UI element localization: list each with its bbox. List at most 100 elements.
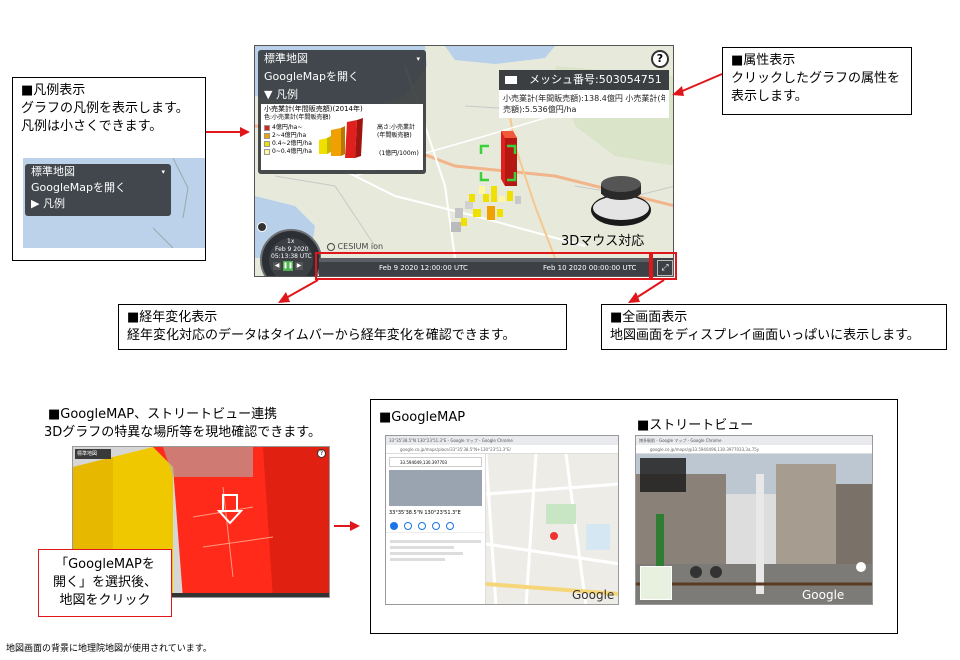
attribute-callout-line1: クリックしたグラフの属性を (731, 71, 901, 86)
3d-mouse-label: 3Dマウス対応 (561, 234, 645, 249)
bar-block[interactable] (483, 194, 489, 202)
camera-icon[interactable] (505, 76, 517, 84)
directions-icon[interactable] (390, 522, 398, 530)
bar-block[interactable] (455, 208, 463, 218)
gmap-brand: Google (572, 588, 615, 602)
attribute-popup-body: 小売業計(年間販売額):138.4億円 小売業計(年間販 売額):5.536億円… (499, 90, 669, 118)
bar-block[interactable] (473, 209, 481, 217)
timeline-highlight (315, 252, 651, 280)
legend-arrow (206, 131, 242, 133)
animation-clock[interactable]: 1x Feb 9 2020 05:13:38 UTC ◀ ❚❚ ▶ (257, 222, 321, 276)
timeline-callout-heading: ■経年変化表示 (127, 310, 218, 325)
mesh-detail-line1: 小売業計(年間販売額):138.4億円 小売業計(年間販 (503, 94, 665, 103)
map-menu-panel: 標準地図 ▾ GoogleMapを開く ▼ 凡例 小売業計(年間販売額)(2014… (258, 50, 426, 174)
red-note-line2: 開く」を選択後、 (52, 575, 157, 590)
legend-3d-bars (319, 118, 363, 158)
legend-item: 2~4億円/ha (264, 132, 312, 140)
red-note-line3: 地図をクリック (59, 593, 151, 608)
bar-block[interactable] (479, 186, 485, 194)
base-map-selector[interactable]: 標準地図 ▾ (258, 50, 426, 68)
timeline-callout-line1: 経年変化対応のデータはタイムバーから経年変化を確認できます。 (127, 328, 516, 343)
bar-block[interactable] (465, 201, 473, 209)
bar-block[interactable] (451, 222, 461, 232)
legend-box: 小売業計(年間販売額)(2014年) 色:小売業計(年間販売額) 4億円/ha~… (261, 104, 423, 170)
gmap-action-row[interactable] (386, 520, 485, 532)
legend-arrow-head (240, 127, 250, 137)
legend-preview: 標準地図 ▾ GoogleMapを開く ▶ 凡例 (23, 158, 205, 248)
googlemap-heading: ■GoogleMAP (379, 410, 466, 425)
legend-callout: ■凡例表示 グラフの凡例を表示します。 凡例は小さくできます。 標準地図 ▾ Go… (12, 77, 206, 261)
streetview-heading: ■ストリートビュー (637, 418, 754, 433)
zoomed-map-menu[interactable]: 標準地図 (75, 449, 111, 459)
bar-block[interactable] (469, 194, 475, 202)
gmap-street-thumb[interactable] (389, 470, 482, 506)
googlemap-link-line1: 3Dグラフの特異な場所等を現地確認できます。 (44, 425, 321, 440)
fullscreen-callout: ■全画面表示 地図画面をディスプレイ画面いっぱいに表示します。 (601, 304, 947, 350)
fullscreen-callout-heading: ■全画面表示 (610, 310, 688, 325)
legend-toggle[interactable]: ▼ 凡例 (258, 86, 426, 104)
gmap-search-input[interactable]: 33.594049,130.397703 (389, 457, 482, 467)
googlemap-window[interactable]: 33°35'38.5"N 130°23'51.3"E - Google マップ … (385, 435, 619, 605)
timeline-callout: ■経年変化表示 経年変化対応のデータはタイムバーから経年変化を確認できます。 (118, 304, 567, 350)
legend-items: 4億円/ha~ 2~4億円/ha 0.4~2億円/ha 0~0.4億円/ha (264, 124, 312, 156)
map-viewer[interactable]: 標準地図 ▾ GoogleMapを開く ▼ 凡例 小売業計(年間販売額)(2014… (254, 45, 674, 277)
bar-block[interactable] (499, 196, 505, 202)
legend-swatch (264, 124, 270, 131)
sv-compass-icon[interactable] (856, 562, 866, 572)
phone-icon[interactable] (432, 522, 440, 530)
pause-button[interactable]: ❚❚ (283, 261, 293, 271)
help-icon[interactable]: ? (651, 50, 669, 68)
gmap-side-panel: 33.594049,130.397703 33°35'38.5"N 130°23… (386, 454, 486, 604)
red-note: 「GoogleMAPを 開く」を選択後、 地図をクリック (38, 549, 172, 617)
attribute-popup: メッシュ番号:503054751 小売業計(年間販売額):138.4億円 小売業… (499, 70, 669, 118)
bar-block[interactable] (497, 209, 503, 217)
attribute-popup-header: メッシュ番号:503054751 (499, 70, 669, 90)
legend-item-label: 0.4~2億円/ha (272, 140, 312, 147)
bar-block[interactable] (491, 186, 497, 202)
legend-swatch (264, 132, 270, 139)
legend-callout-heading: ■凡例表示 (21, 83, 86, 98)
clock-speed: 1x (287, 238, 295, 245)
clock-settings-icon[interactable] (257, 222, 267, 232)
nearby-icon[interactable] (418, 522, 426, 530)
mesh-number: メッシュ番号:503054751 (529, 73, 662, 86)
googlemap-link-title: ■GoogleMAP、ストリートビュー連携 3Dグラフの特異な場所等を現地確認で… (44, 406, 321, 442)
legend-item-label: 2~4億円/ha (272, 132, 307, 139)
streetview-window[interactable]: 博多駅前 - Google マップ - Google Chrome google… (635, 435, 873, 605)
open-googlemap-item[interactable]: GoogleMapを開く (258, 68, 426, 86)
share-icon[interactable] (446, 522, 454, 530)
legend-swatch (264, 140, 270, 147)
footnote: 地図画面の背景に地理院地図が使用されています。 (6, 644, 212, 654)
sv-minimap[interactable] (640, 566, 672, 600)
google-section: ■GoogleMAP ■ストリートビュー 33°35'38.5"N 130°23… (370, 399, 898, 634)
googlemap-link-heading: ■GoogleMAP、ストリートビュー連携 (48, 407, 278, 422)
sv-window-title: 博多駅前 - Google マップ - Google Chrome (636, 436, 872, 445)
bar-block[interactable] (487, 206, 495, 220)
legend-item-label: 0~0.4億円/ha (272, 148, 312, 155)
legend-title: 小売業計(年間販売額)(2014年) (264, 105, 363, 113)
bar-block[interactable] (515, 196, 521, 204)
save-icon[interactable] (404, 522, 412, 530)
sv-brand: Google (802, 588, 845, 602)
cesium-icon (327, 242, 335, 251)
fullscreen-callout-line1: 地図画面をディスプレイ画面いっぱいに表示します。 (610, 328, 920, 343)
legend-height-value: (1億円/100m) (379, 150, 419, 157)
clock-time: 05:13:38 UTC (271, 253, 312, 260)
gmap-window-title: 33°35'38.5"N 130°23'51.3"E - Google マップ … (386, 436, 618, 445)
bar-block[interactable] (461, 218, 467, 226)
fullscreen-highlight (651, 252, 677, 280)
attribute-callout-line2: 表示します。 (731, 89, 808, 104)
cesium-logo: CESIUM ion (327, 242, 383, 251)
legend-item: 4億円/ha~ (264, 124, 312, 132)
play-button[interactable]: ▶ (295, 262, 303, 270)
rewind-button[interactable]: ◀ (273, 262, 281, 270)
bar-block[interactable] (507, 191, 513, 201)
gmap-detail-lines (386, 532, 485, 568)
legend-callout-line2: 凡例は小さくできます。 (21, 119, 163, 134)
gmap-coords: 33°35'38.5"N 130°23'51.3"E (389, 510, 461, 516)
legend-height-label: 高さ:小売業計(年間販売額) (377, 124, 416, 139)
zoomed-help-icon[interactable]: ? (317, 449, 326, 458)
legend-item-label: 4億円/ha~ (272, 124, 303, 131)
chevron-down-icon: ▾ (416, 55, 420, 63)
gmap-window-url: google.co.jp/maps/place/33°35'38.5"N+130… (386, 445, 618, 454)
